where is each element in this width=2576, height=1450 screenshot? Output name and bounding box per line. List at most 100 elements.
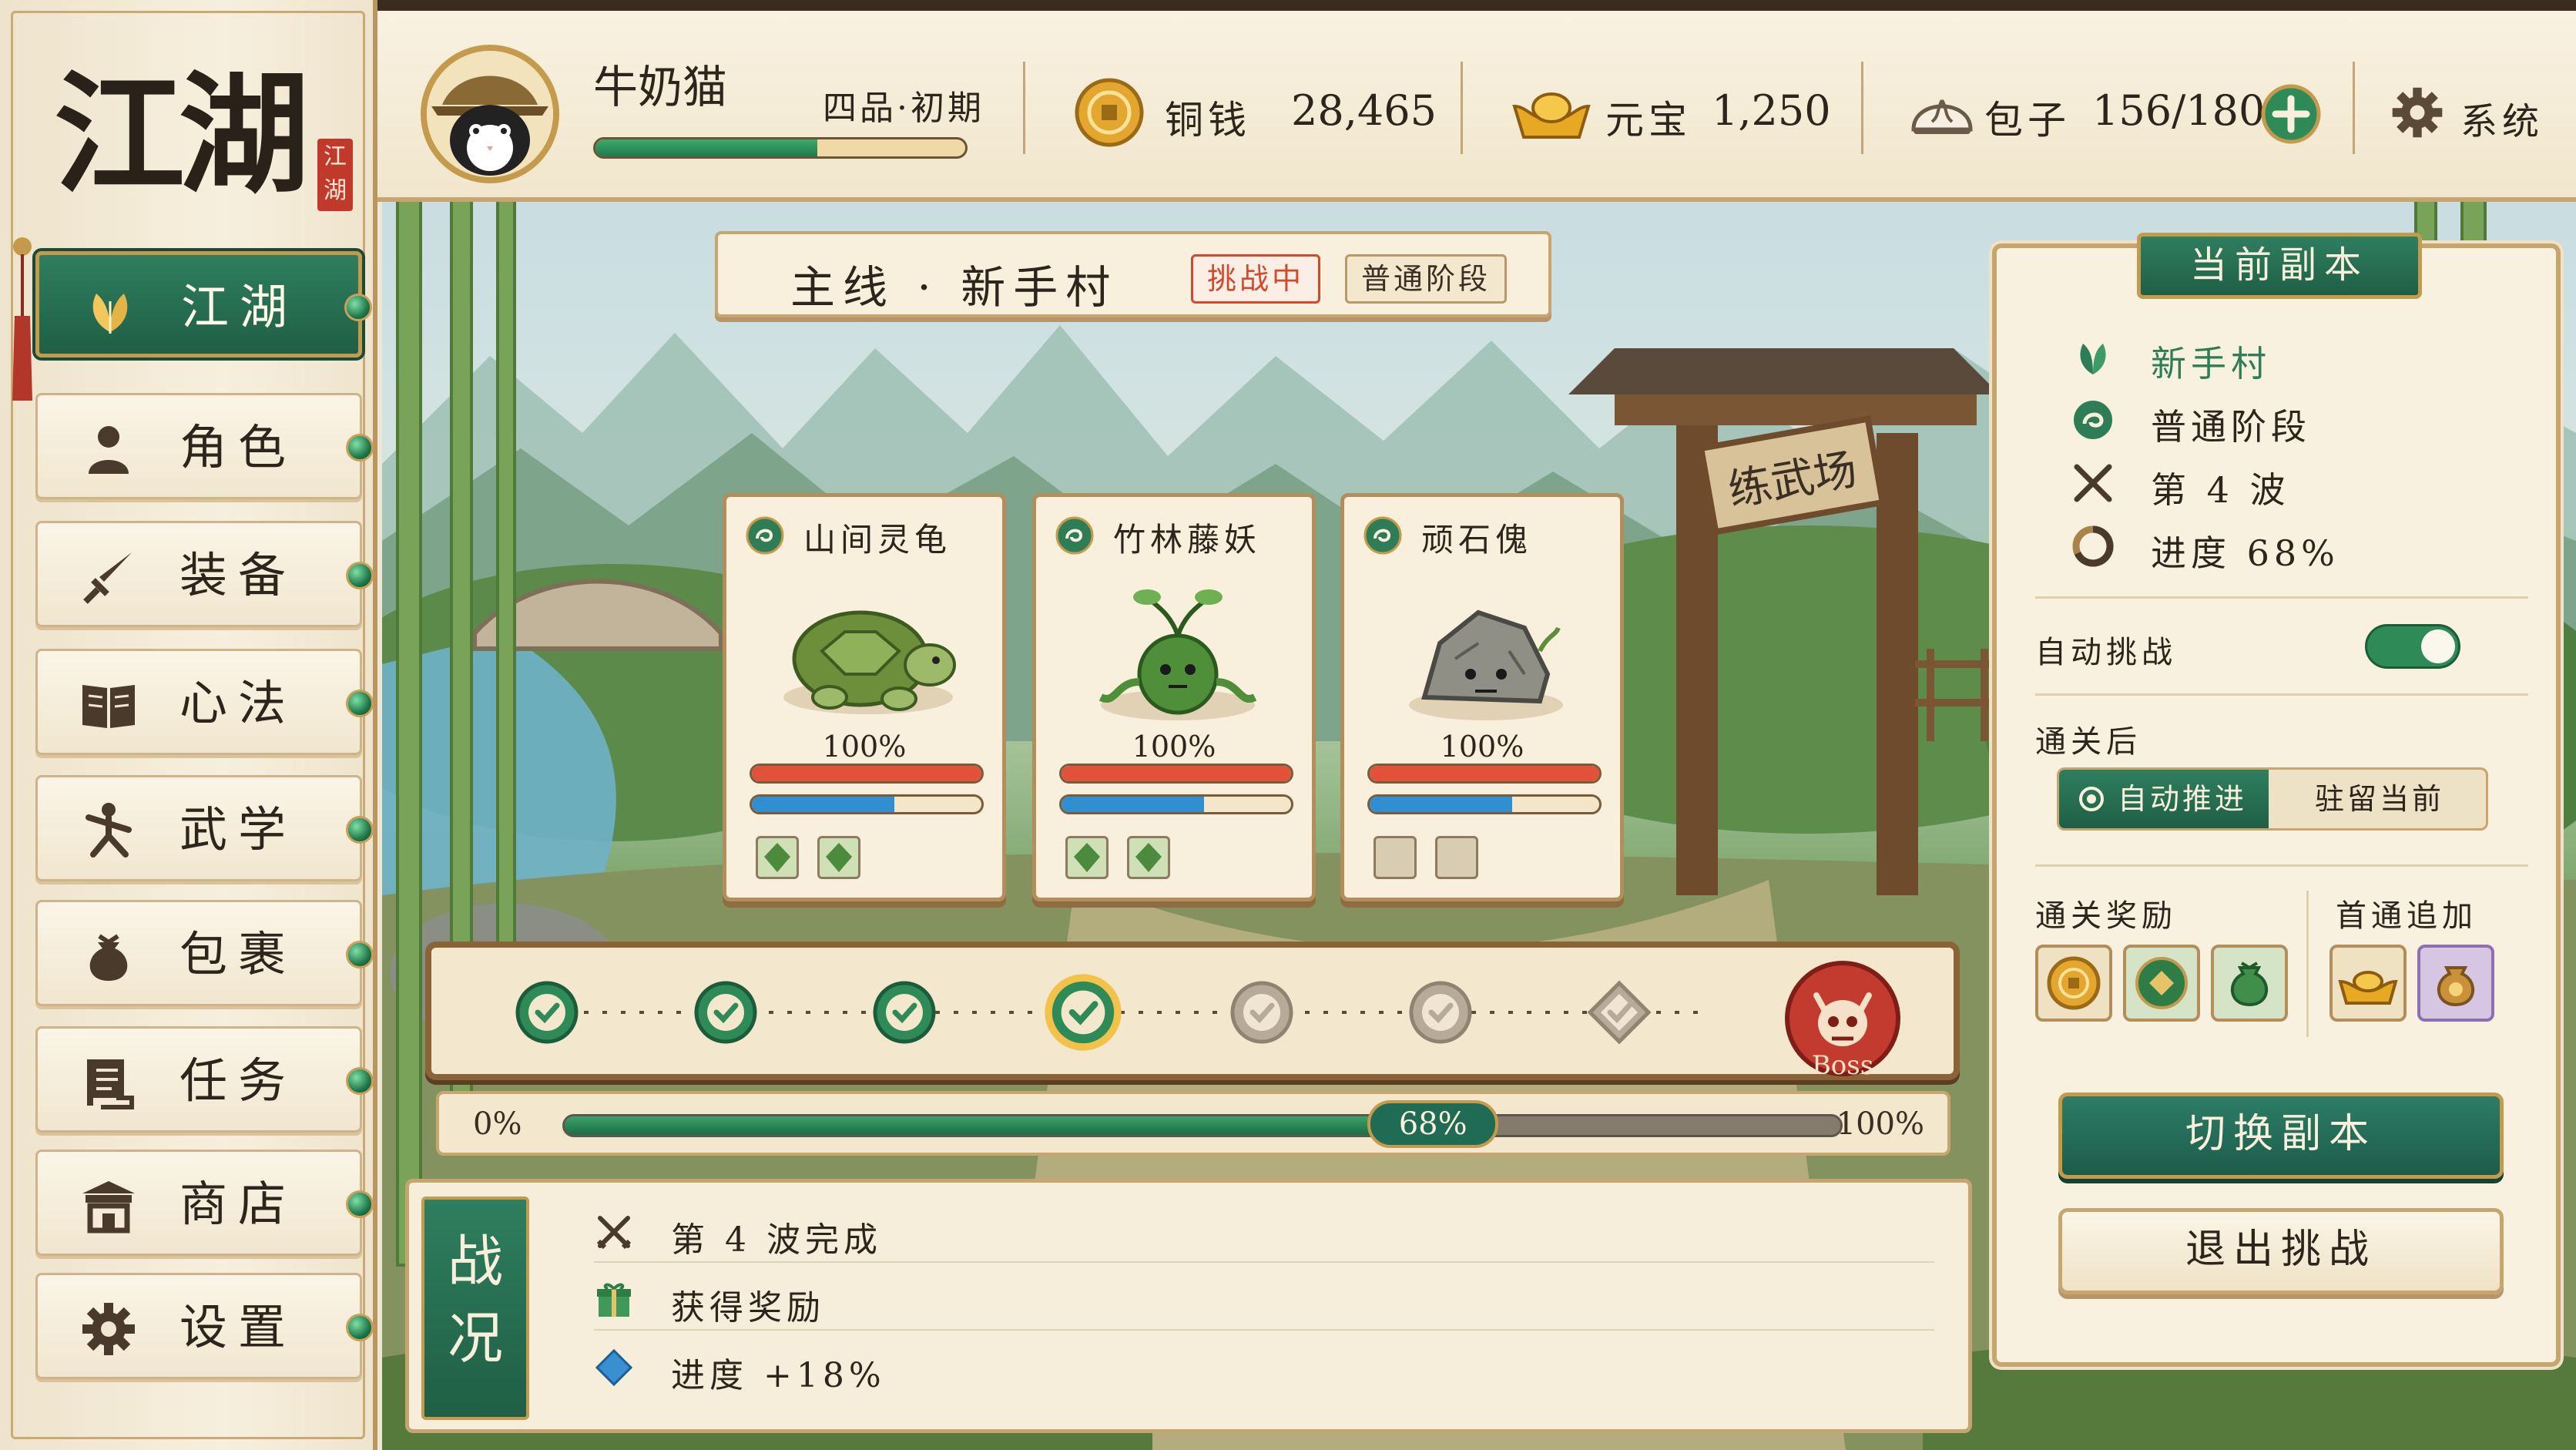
bun-label: 包子 — [1984, 98, 2071, 143]
crossed-swords-icon — [2074, 464, 2112, 502]
jade-gem-icon — [346, 1314, 374, 1341]
turtle-monster-icon — [783, 610, 956, 714]
progress-track — [562, 1114, 1843, 1137]
battle-log-tab-label: 战况 — [447, 1229, 503, 1371]
wave-node-locked[interactable] — [1407, 978, 1474, 1046]
hp-fill — [1062, 766, 1291, 781]
player-name: 牛奶猫 — [593, 61, 728, 113]
phase-badge: 普通阶段 — [1345, 254, 1508, 304]
sidebar-item-label: 心法 — [179, 675, 297, 731]
stage-progress-bar: 0% 68% 100% — [436, 1091, 1950, 1156]
divider — [2035, 596, 2528, 599]
sidebar-item-label: 设置 — [179, 1299, 297, 1355]
swirl-icon — [2074, 401, 2112, 439]
ring-icon — [2072, 525, 2114, 567]
sidebar-item-label: 包裹 — [179, 926, 297, 982]
sidebar-item-bag[interactable]: 包裹 — [35, 900, 374, 1006]
battle-log-tab[interactable]: 战况 — [421, 1197, 529, 1420]
logo-seal: 江湖 — [317, 139, 353, 211]
switch-dungeon-button[interactable]: 切换副本 — [2058, 1093, 2504, 1179]
wave-progress-track: Boss — [425, 941, 1960, 1082]
sidebar-item-character[interactable]: 角色 — [35, 393, 374, 499]
sidebar-item-martial-arts[interactable]: 武学 — [35, 775, 374, 881]
enemy-hp-bar — [1059, 764, 1293, 784]
copper-value: 28,465 — [1291, 86, 1437, 135]
enemy-hp-bar — [750, 764, 984, 784]
first-clear-reward-slot[interactable] — [2417, 945, 2494, 1022]
system-button[interactable]: 系统 — [2388, 80, 2576, 149]
book-icon — [82, 685, 135, 728]
skill-leaf-icon — [1135, 843, 1162, 872]
log-text: 第 4 波完成 — [671, 1220, 882, 1260]
auto-challenge-label: 自动挑战 — [2035, 635, 2177, 670]
divider — [1861, 62, 1863, 154]
player-rank: 四品·初期 — [823, 89, 984, 128]
enemy-mp-bar — [1059, 794, 1293, 814]
log-text: 获得奖励 — [671, 1288, 825, 1327]
wave-node-locked[interactable] — [1585, 978, 1653, 1046]
auto-advance-option[interactable]: 自动推进 — [2059, 770, 2269, 828]
player-avatar[interactable] — [421, 45, 559, 183]
wave-node-completed[interactable] — [692, 978, 760, 1046]
swirl-icon — [1363, 516, 1402, 555]
reward-slot[interactable] — [2211, 945, 2288, 1022]
log-entry: 第 4 波完成 — [594, 1201, 1934, 1263]
after-clear-segmented-control: 自动推进 驻留当前 — [2057, 767, 2488, 831]
stay-current-option[interactable]: 驻留当前 — [2269, 770, 2486, 828]
after-clear-label: 通关后 — [2035, 724, 2142, 760]
sidebar-item-equipment[interactable]: 装备 — [35, 521, 374, 627]
dungeon-phase: 普通阶段 — [2151, 406, 2311, 448]
experience-bar-fill — [595, 139, 817, 156]
enemy-hp-bar — [1367, 764, 1602, 784]
skill-leaf-icon — [826, 843, 852, 872]
jade-gem-icon — [346, 941, 374, 968]
skill-slot[interactable] — [756, 836, 799, 879]
enemy-card[interactable]: 顽石傀 100% — [1340, 493, 1624, 901]
boss-node[interactable]: Boss — [1781, 958, 1904, 1082]
reward-slot[interactable] — [2123, 945, 2200, 1022]
sidebar-item-shop[interactable]: 商店 — [35, 1150, 374, 1256]
scroll-icon — [87, 1059, 134, 1109]
sidebar-item-label: 装备 — [179, 547, 297, 603]
skill-slot[interactable] — [1127, 836, 1170, 879]
gear-icon — [2392, 87, 2443, 138]
skill-leaf-icon — [764, 843, 790, 872]
wave-node-completed[interactable] — [513, 978, 581, 1046]
gold-ingot-icon — [2338, 971, 2398, 1005]
sidebar-item-quests[interactable]: 任务 — [35, 1026, 374, 1133]
skill-slot[interactable] — [817, 836, 860, 879]
divider — [2035, 693, 2528, 696]
wave-node-current[interactable] — [1043, 972, 1123, 1052]
sidebar-item-mind-art[interactable]: 心法 — [35, 649, 374, 755]
enemy-card[interactable]: 竹林藤妖 100% — [1032, 493, 1316, 901]
jade-gem-icon — [346, 434, 374, 462]
leaf-icon — [92, 294, 128, 334]
sword-icon — [83, 552, 132, 604]
wave-node-locked[interactable] — [1228, 978, 1296, 1046]
sidebar-item-settings[interactable]: 设置 — [35, 1273, 374, 1379]
tassel-ornament — [12, 237, 32, 401]
empty-skill-slot[interactable] — [1374, 836, 1417, 879]
first-clear-reward-slot[interactable] — [2329, 945, 2407, 1022]
steamed-bun-icon — [1911, 99, 1973, 134]
sidebar-item-jianghu[interactable]: 江湖 — [35, 251, 372, 357]
divider — [2353, 62, 2355, 154]
log-entry: 进度 +18% — [594, 1337, 1934, 1398]
auto-advance-label: 自动推进 — [2118, 782, 2248, 816]
sidebar-item-label: 江湖 — [181, 279, 299, 335]
add-bun-button[interactable] — [2260, 83, 2322, 145]
enemy-card[interactable]: 山间灵龟 100% — [723, 493, 1006, 901]
boss-label: Boss — [1812, 1050, 1873, 1081]
reward-slot[interactable] — [2035, 945, 2112, 1022]
exit-challenge-button[interactable]: 退出挑战 — [2058, 1208, 2504, 1294]
progress-start-label: 0% — [473, 1106, 522, 1142]
experience-bar — [593, 137, 968, 159]
swirl-icon — [1055, 516, 1094, 555]
wave-node-completed[interactable] — [870, 978, 938, 1046]
empty-skill-slot[interactable] — [1435, 836, 1478, 879]
auto-challenge-toggle[interactable] — [2365, 624, 2460, 669]
radio-selected-icon — [2079, 787, 2104, 811]
skill-slot[interactable] — [1065, 836, 1109, 879]
enemy-name: 顽石傀 — [1421, 521, 1533, 559]
skill-leaf-icon — [1074, 843, 1100, 872]
